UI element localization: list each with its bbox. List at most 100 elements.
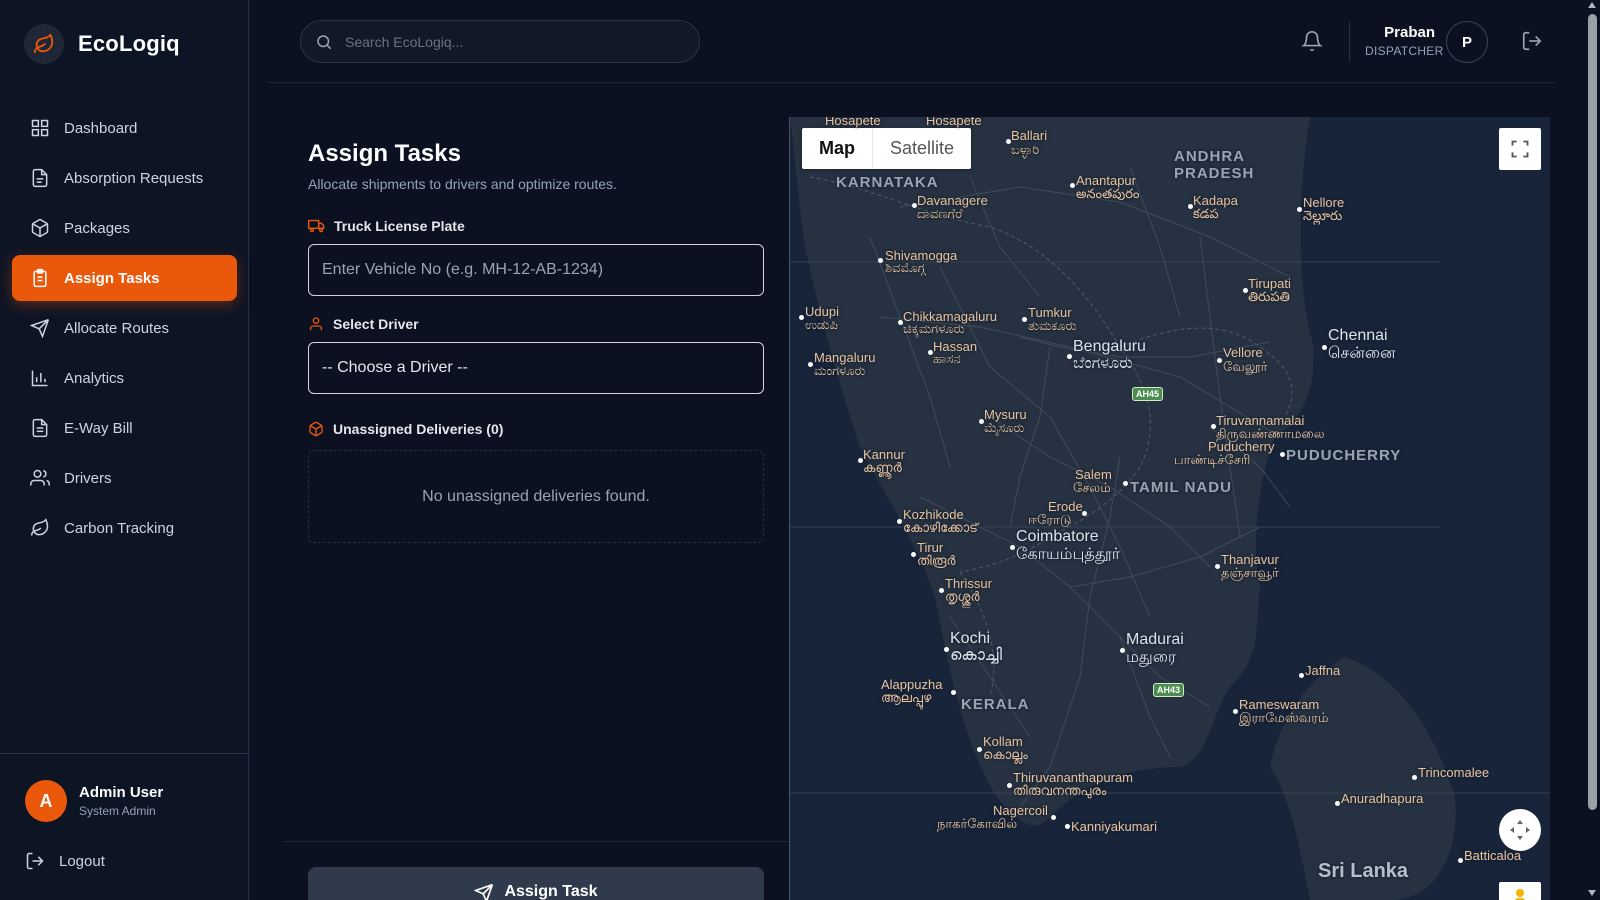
package-icon — [31, 218, 49, 238]
map-label-erode-ta: ஈரோடு — [1028, 512, 1072, 527]
sidebar-footer: A Admin User System Admin Logout — [0, 753, 249, 900]
map-label-mangaluru-k: ಮಂಗಳೂರು — [814, 363, 866, 378]
sidebar-item-allocate-routes[interactable]: Allocate Routes — [12, 305, 237, 351]
scroll-down-arrow[interactable] — [1588, 890, 1596, 896]
map-label-vellore: Vellore — [1223, 345, 1263, 360]
map-label-chennai-ta: சென்னை — [1328, 345, 1396, 362]
map-dot — [977, 747, 982, 752]
empty-deliveries-text: No unassigned deliveries found. — [422, 487, 650, 505]
map-label-alappuzha-m: ആലപ്പുഴ — [881, 690, 932, 705]
search-icon — [317, 34, 332, 49]
map-label-salem-ta: சேலம் — [1073, 480, 1111, 495]
fullscreen-button[interactable] — [1499, 128, 1541, 170]
map-view[interactable]: Map Satellite Hosapete Hosapete Ballari … — [789, 117, 1550, 900]
sidebar-item-label: Drivers — [64, 469, 112, 487]
map-label-bengaluru: Bengaluru — [1073, 338, 1146, 355]
logout-button[interactable]: Logout — [25, 851, 105, 871]
map-label-bengaluru-k: ಬೆಂಗಳೂರು — [1073, 355, 1133, 372]
divider — [283, 841, 789, 842]
map-label-udupi-k: ಉಡುಪಿ — [805, 317, 838, 332]
sidebar-item-packages[interactable]: Packages — [12, 205, 237, 251]
topbar: Praban DISPATCHER P — [249, 0, 1585, 83]
assign-task-label: Assign Task — [504, 883, 598, 900]
map-label-vellore-ta: வேலூர் — [1223, 359, 1268, 374]
brand-name: EcoLogiq — [78, 31, 180, 56]
page-title: Assign Tasks — [308, 140, 461, 167]
map-label-chikkamagaluru-k: ಚಿಕ್ಕಮಗಳೂರು — [903, 321, 965, 336]
highway-shield-ah43: AH43 — [1153, 683, 1185, 697]
map-label-nagercoil-ta: நாகர்கோவில் — [937, 816, 1018, 831]
map-dot — [951, 690, 956, 695]
map-label-hassan-k: ಹಾಸನ — [933, 351, 961, 366]
fullscreen-icon — [1511, 140, 1529, 158]
sidebar-item-absorption-requests[interactable]: Absorption Requests — [12, 155, 237, 201]
driver-select-value: -- Choose a Driver -- — [322, 359, 468, 376]
search-input[interactable] — [345, 33, 665, 50]
sidebar-item-analytics[interactable]: Analytics — [12, 355, 237, 401]
map-label-mysuru-k: ಮೈಸೂರು — [984, 420, 1025, 435]
logout-icon — [26, 852, 44, 870]
dashboard-icon — [31, 119, 49, 137]
map-label-trincomalee: Trincomalee — [1418, 765, 1490, 780]
brand[interactable]: EcoLogiq — [24, 24, 180, 64]
sidebar-item-dashboard[interactable]: Dashboard — [12, 105, 237, 151]
notifications-button[interactable] — [1301, 30, 1323, 57]
truck-plate-label: Truck License Plate — [308, 217, 764, 234]
map-dot — [1123, 481, 1128, 486]
map-tab-map[interactable]: Map — [802, 128, 872, 169]
map-label-kozhikode-m: കോഴിക്കോട് — [903, 520, 978, 535]
map-label-madurai: Madurai — [1126, 631, 1184, 648]
map-type-toggle[interactable]: Map Satellite — [802, 128, 972, 169]
map-dot — [939, 588, 944, 593]
assign-task-button[interactable]: Assign Task — [308, 867, 764, 900]
map-label-anuradhapura: Anuradhapura — [1341, 791, 1424, 806]
divider — [267, 82, 1555, 83]
sidebar-item-carbon-tracking[interactable]: Carbon Tracking — [12, 505, 237, 551]
sidebar: EcoLogiq Dashboard Absorption Requests P… — [0, 0, 249, 900]
user-role: System Admin — [79, 804, 156, 818]
leaf-icon — [30, 518, 49, 536]
map-label-thrissur-m: തൃശ്ശൂർ — [945, 589, 980, 604]
sidebar-item-label: E-Way Bill — [64, 419, 133, 437]
sidebar-item-e-way-bill[interactable]: E-Way Bill — [12, 405, 237, 451]
map-label-kochi-m: കൊച്ചി — [950, 647, 1002, 664]
map-label-puducherry-state: PUDUCHERRY — [1286, 447, 1402, 464]
map-label-tirur-m: തിരൂർ — [917, 553, 956, 568]
map-dot — [1458, 858, 1463, 863]
map-label-tamil-nadu: TAMIL NADU — [1130, 479, 1232, 496]
sidebar-item-label: Packages — [64, 219, 130, 237]
vehicle-number-input[interactable] — [308, 244, 764, 296]
scroll-thumb[interactable] — [1588, 14, 1597, 810]
map-label-hosapete-k: Hosapete — [825, 117, 881, 128]
assign-form: Assign Tasks Allocate shipments to drive… — [308, 140, 764, 543]
profile-avatar[interactable]: P — [1446, 21, 1488, 63]
map-label-batticaloa: Batticaloa — [1464, 848, 1522, 863]
search-bar[interactable] — [300, 20, 700, 63]
map-label-davanagere-k: ದಾವಣಗೆರೆ — [917, 206, 963, 221]
map-label-tirupati-t: తిరుపతి — [1248, 289, 1290, 304]
map-dot — [1051, 815, 1056, 820]
truck-icon — [308, 219, 325, 233]
sidebar-nav: Dashboard Absorption Requests Packages A… — [12, 105, 237, 555]
sidebar-item-drivers[interactable]: Drivers — [12, 455, 237, 501]
logout-icon — [1522, 31, 1542, 51]
pegman-icon — [1515, 889, 1525, 900]
map-label-chennai: Chennai — [1328, 327, 1388, 344]
street-view-pegman[interactable] — [1499, 882, 1541, 900]
sidebar-item-assign-tasks[interactable]: Assign Tasks — [12, 255, 237, 301]
user-profile[interactable]: A Admin User System Admin — [25, 780, 163, 822]
page-subtitle: Allocate shipments to drivers and optimi… — [308, 176, 617, 192]
map-tab-satellite[interactable]: Satellite — [872, 128, 971, 169]
page-scrollbar[interactable] — [1585, 0, 1600, 900]
users-icon — [30, 469, 50, 486]
map-dot — [897, 519, 902, 524]
map-pan-control[interactable] — [1499, 809, 1541, 851]
map-dot — [1217, 358, 1222, 363]
driver-select[interactable]: -- Choose a Driver -- — [308, 342, 764, 394]
scroll-up-arrow[interactable] — [1588, 2, 1596, 8]
map-dot — [911, 552, 916, 557]
sign-out-button[interactable] — [1521, 30, 1543, 57]
map-label-kannur-m: കണ്ണൂർ — [863, 460, 902, 475]
map-label-sri-lanka: Sri Lanka — [1318, 860, 1409, 882]
avatar: A — [25, 780, 67, 822]
